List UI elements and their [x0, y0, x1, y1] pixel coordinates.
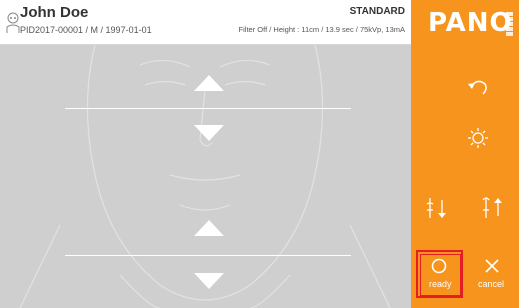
light-icon[interactable]	[467, 127, 489, 149]
upper-move-down-button[interactable]	[194, 125, 224, 141]
cancel-button[interactable]	[471, 250, 515, 298]
lower-move-up-button[interactable]	[194, 220, 224, 236]
chin-rest-up-icon[interactable]	[479, 194, 507, 220]
upper-guide-line	[65, 108, 351, 109]
patient-name: John Doe	[20, 4, 89, 21]
ready-button[interactable]	[416, 250, 463, 298]
pano-exam-screen: John Doe PID2017-00001 / M / 1997-01-01 …	[0, 0, 519, 308]
positioning-view	[0, 45, 411, 308]
undo-icon[interactable]	[467, 78, 489, 98]
patient-info: PID2017-00001 / M / 1997-01-01	[20, 25, 152, 35]
ready-button-focus-ring	[420, 254, 461, 296]
exam-mode: STANDARD	[349, 6, 405, 17]
user-icon	[6, 12, 20, 33]
exposure-params: Filter Off / Height : 11cm / 13.9 sec / …	[238, 25, 405, 34]
patient-header: John Doe PID2017-00001 / M / 1997-01-01 …	[0, 0, 411, 45]
upper-move-up-button[interactable]	[194, 75, 224, 91]
lower-move-down-button[interactable]	[194, 273, 224, 289]
lower-guide-line	[65, 255, 351, 256]
chin-rest-down-icon[interactable]	[425, 196, 453, 220]
pano-logo: PANO	[428, 8, 513, 38]
logo-mark	[506, 12, 513, 36]
